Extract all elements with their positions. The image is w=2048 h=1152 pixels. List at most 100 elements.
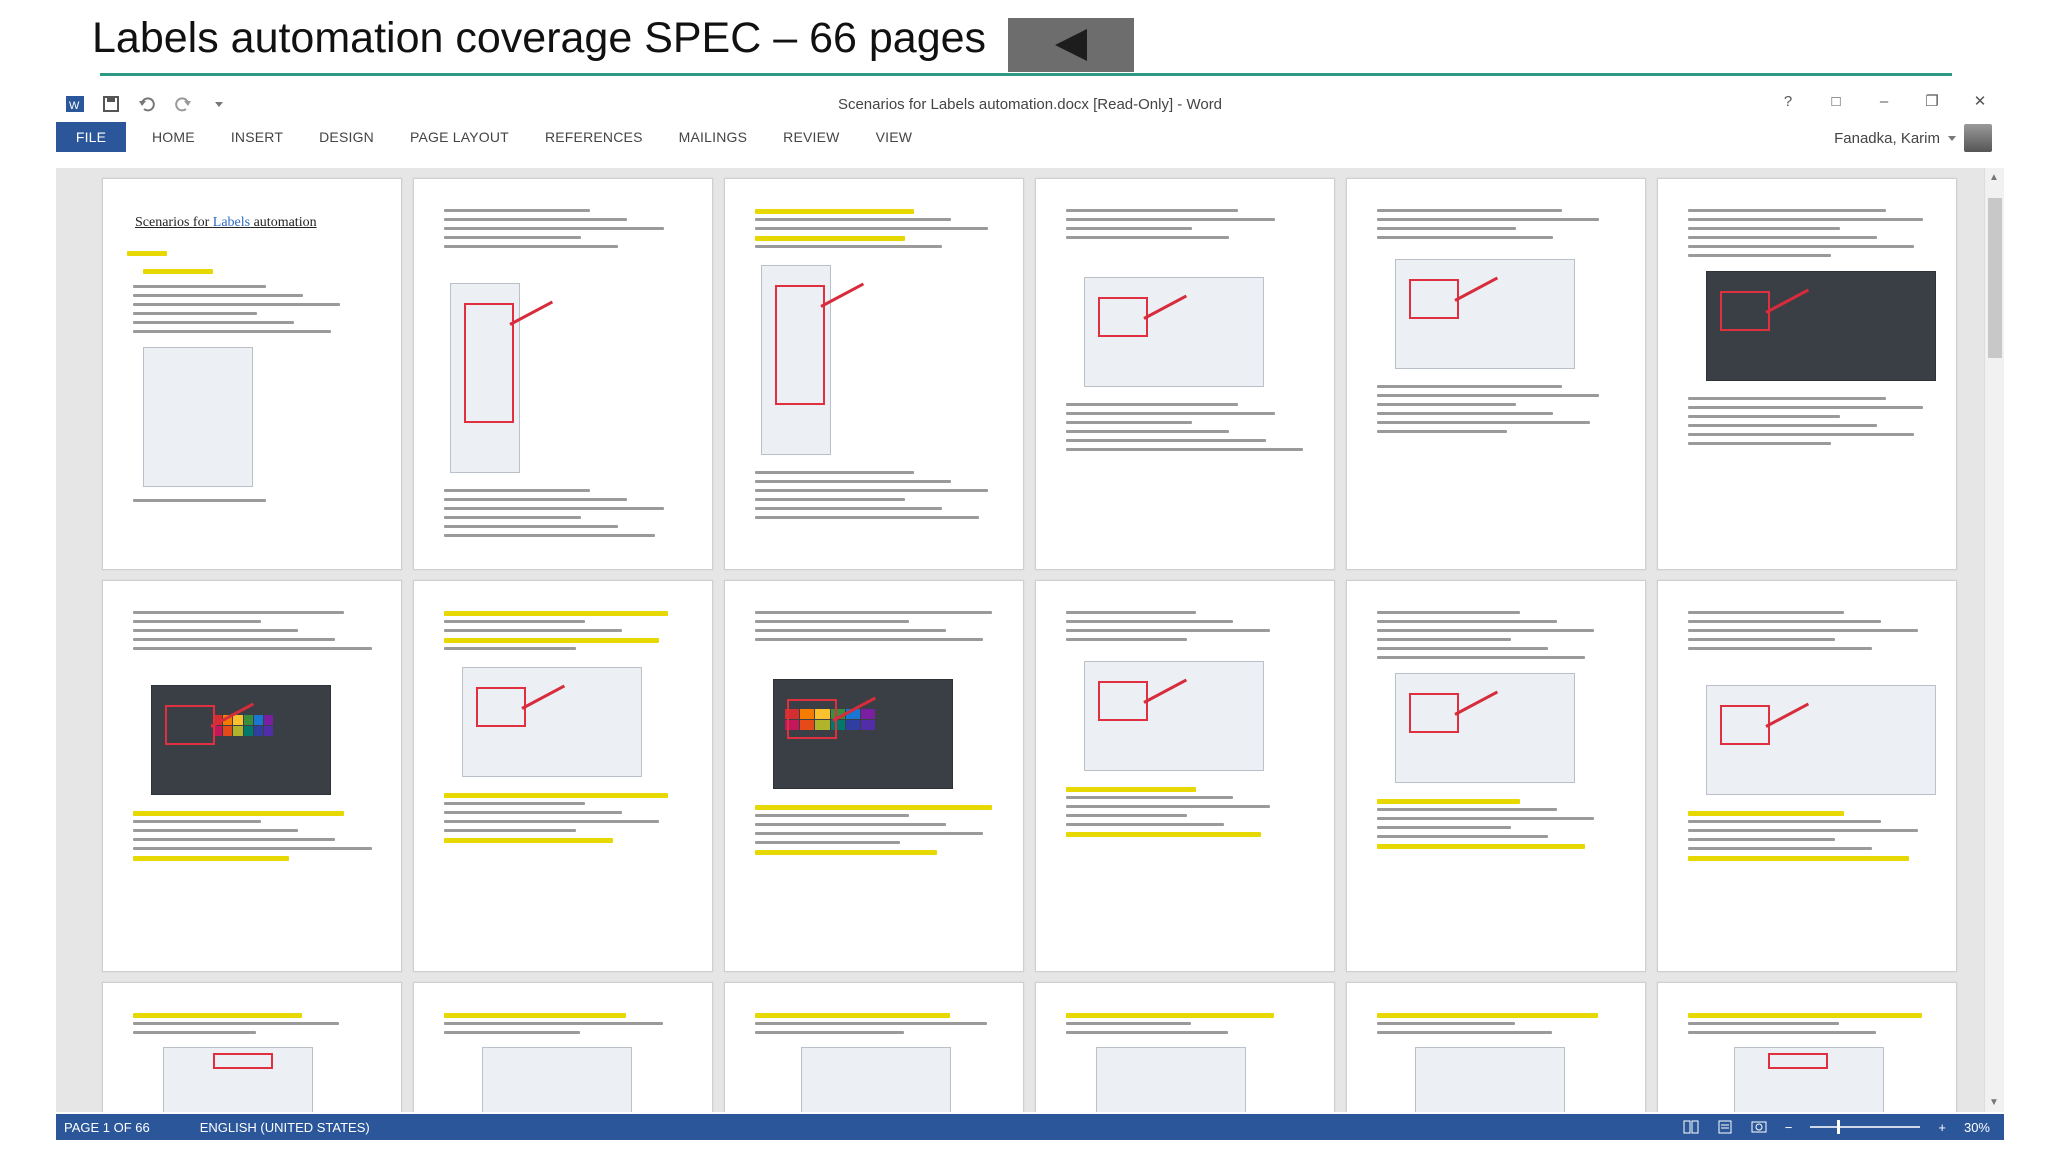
text-line bbox=[444, 620, 585, 623]
tab-design[interactable]: DESIGN bbox=[301, 122, 392, 152]
annotation-box bbox=[1098, 681, 1148, 721]
text-line bbox=[1377, 218, 1599, 221]
text-line bbox=[1377, 826, 1511, 829]
zoom-slider-knob[interactable] bbox=[1837, 1120, 1841, 1134]
web-layout-icon[interactable] bbox=[1751, 1120, 1767, 1134]
document-page[interactable] bbox=[1657, 982, 1957, 1112]
text-line bbox=[1688, 227, 1840, 230]
document-page[interactable] bbox=[724, 580, 1024, 972]
language-status[interactable]: ENGLISH (UNITED STATES) bbox=[200, 1120, 370, 1135]
user-account[interactable]: Fanadka, Karim bbox=[1834, 124, 1992, 152]
text-line bbox=[1688, 209, 1886, 212]
print-layout-icon[interactable] bbox=[1717, 1120, 1733, 1134]
scroll-thumb[interactable] bbox=[1988, 198, 2002, 358]
text-line bbox=[755, 471, 914, 474]
zoom-out-icon[interactable]: − bbox=[1785, 1120, 1793, 1135]
document-page[interactable] bbox=[1346, 580, 1646, 972]
document-page[interactable] bbox=[1346, 178, 1646, 570]
text-line bbox=[1688, 397, 1886, 400]
play-back-icon bbox=[1055, 29, 1087, 61]
text-line bbox=[133, 829, 298, 832]
document-page[interactable] bbox=[724, 178, 1024, 570]
zoom-in-icon[interactable]: + bbox=[1938, 1120, 1946, 1135]
page-count[interactable]: PAGE 1 OF 66 bbox=[64, 1120, 150, 1135]
document-page[interactable] bbox=[1035, 982, 1335, 1112]
text-line bbox=[1066, 236, 1229, 239]
zoom-slider[interactable] bbox=[1810, 1120, 1921, 1134]
document-page[interactable] bbox=[1657, 178, 1957, 570]
ribbon-display-icon[interactable]: □ bbox=[1822, 93, 1850, 110]
read-mode-icon[interactable] bbox=[1683, 1120, 1699, 1134]
text-line bbox=[133, 629, 298, 632]
annotation-box bbox=[476, 687, 526, 727]
scroll-up-icon[interactable]: ▲ bbox=[1989, 172, 1999, 183]
user-name: Fanadka, Karim bbox=[1834, 129, 1940, 147]
document-page[interactable] bbox=[1035, 178, 1335, 570]
text-line bbox=[1377, 421, 1590, 424]
text-line bbox=[1377, 638, 1511, 641]
tab-page-layout[interactable]: PAGE LAYOUT bbox=[392, 122, 527, 152]
text-line bbox=[1688, 829, 1918, 832]
document-page[interactable] bbox=[413, 982, 713, 1112]
text-line bbox=[133, 638, 335, 641]
document-area[interactable]: Scenarios for Labels automation bbox=[56, 168, 1984, 1112]
document-page[interactable] bbox=[1035, 580, 1335, 972]
help-icon[interactable]: ? bbox=[1774, 93, 1802, 110]
document-page[interactable] bbox=[724, 982, 1024, 1112]
tab-references[interactable]: REFERENCES bbox=[527, 122, 661, 152]
text-line bbox=[133, 285, 266, 288]
annotation-box bbox=[1409, 279, 1459, 319]
text-line bbox=[444, 516, 581, 519]
text-line bbox=[1066, 430, 1229, 433]
text-line bbox=[1377, 1022, 1515, 1025]
text-line bbox=[133, 1013, 302, 1018]
tab-mailings[interactable]: MAILINGS bbox=[661, 122, 766, 152]
text-line bbox=[1377, 629, 1594, 632]
close-icon[interactable]: ✕ bbox=[1966, 92, 1994, 110]
document-page[interactable] bbox=[1657, 580, 1957, 972]
screenshot-thumbnail bbox=[482, 1047, 632, 1112]
text-line bbox=[1377, 1013, 1598, 1018]
text-line bbox=[1688, 415, 1840, 418]
vertical-scrollbar[interactable]: ▲ ▼ bbox=[1984, 168, 2004, 1112]
document-page[interactable] bbox=[1346, 982, 1646, 1112]
text-line bbox=[133, 611, 344, 614]
play-button[interactable] bbox=[1008, 18, 1134, 72]
text-line bbox=[444, 1013, 626, 1018]
restore-icon[interactable]: ❐ bbox=[1918, 92, 1946, 110]
document-page[interactable] bbox=[102, 580, 402, 972]
tab-insert[interactable]: INSERT bbox=[213, 122, 301, 152]
text-line bbox=[444, 1031, 580, 1034]
minimize-icon[interactable]: – bbox=[1870, 93, 1898, 110]
color-swatch bbox=[263, 715, 273, 725]
text-line bbox=[1688, 1013, 1922, 1018]
text-line bbox=[1688, 406, 1923, 409]
window-title: Scenarios for Labels automation.docx [Re… bbox=[837, 96, 1223, 113]
status-bar: PAGE 1 OF 66 ENGLISH (UNITED STATES) − +… bbox=[56, 1114, 2004, 1140]
zoom-level[interactable]: 30% bbox=[1964, 1120, 1990, 1135]
text-line bbox=[755, 832, 983, 835]
text-line bbox=[444, 829, 576, 832]
text-line bbox=[1066, 823, 1224, 826]
tab-file[interactable]: FILE bbox=[56, 122, 126, 152]
document-page[interactable] bbox=[102, 982, 402, 1112]
annotation-box bbox=[1768, 1053, 1828, 1069]
text-line bbox=[133, 330, 331, 333]
text-line bbox=[444, 245, 618, 248]
text-line bbox=[1688, 254, 1831, 257]
color-swatch bbox=[845, 720, 860, 730]
text-line bbox=[444, 811, 622, 814]
tab-home[interactable]: HOME bbox=[134, 122, 213, 152]
screenshot-thumbnail bbox=[801, 1047, 951, 1112]
text-line bbox=[1066, 412, 1275, 415]
document-page[interactable] bbox=[413, 178, 713, 570]
text-line bbox=[1377, 817, 1594, 820]
scroll-down-icon[interactable]: ▼ bbox=[1989, 1097, 1999, 1108]
document-page[interactable]: Scenarios for Labels automation bbox=[102, 178, 402, 570]
text-line bbox=[1377, 799, 1520, 804]
tab-review[interactable]: REVIEW bbox=[765, 122, 857, 152]
text-line bbox=[444, 534, 655, 537]
tab-view[interactable]: VIEW bbox=[858, 122, 931, 152]
text-line bbox=[1688, 629, 1918, 632]
document-page[interactable] bbox=[413, 580, 713, 972]
